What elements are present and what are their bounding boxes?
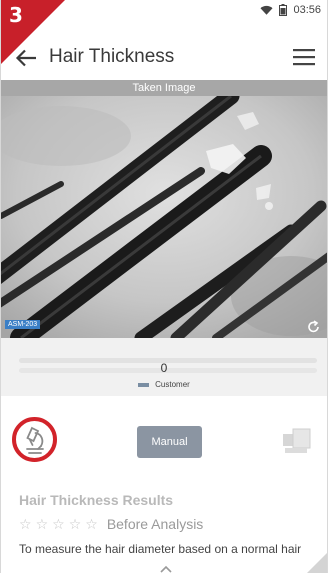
device-model-tag: ASM-203 xyxy=(5,320,41,329)
results-title: Hair Thickness Results xyxy=(19,492,174,508)
legend-label: Customer xyxy=(155,380,190,389)
gauge-value: 0 xyxy=(160,361,168,375)
clock: 03:56 xyxy=(293,4,321,16)
highlight-ring xyxy=(12,417,57,462)
wifi-icon xyxy=(260,5,273,15)
battery-icon xyxy=(279,4,288,16)
result-gauge: 0 Customer xyxy=(1,338,327,396)
app-screen: 3 03:56 Hair Thickness Taken Image ASM-2… xyxy=(0,0,328,573)
page-title: Hair Thickness xyxy=(49,46,175,67)
star-icon: ☆ xyxy=(52,516,65,532)
chevron-up-icon[interactable] xyxy=(159,561,173,573)
compare-icon[interactable] xyxy=(282,427,312,455)
star-icon: ☆ xyxy=(68,516,82,532)
legend-swatch xyxy=(138,382,150,387)
image-section-header: Taken Image xyxy=(1,80,327,96)
star-icon: ☆ xyxy=(35,516,49,532)
gauge-legend: Customer xyxy=(1,380,327,389)
hair-microscope-image: ASM-203 xyxy=(1,96,327,338)
rotate-icon[interactable] xyxy=(307,320,321,334)
step-badge: 3 xyxy=(1,0,65,64)
manual-button[interactable]: Manual xyxy=(137,426,202,458)
step-number: 3 xyxy=(9,3,23,27)
rating-label: Before Analysis xyxy=(106,516,204,532)
hamburger-menu-icon[interactable] xyxy=(293,48,315,66)
page-corner-fold xyxy=(307,553,327,573)
rating-row: ☆ ☆ ☆ ☆ ☆ Before Analysis xyxy=(19,516,203,532)
star-icon: ☆ xyxy=(85,516,98,532)
result-description: To measure the hair diameter based on a … xyxy=(19,542,302,556)
star-rating: ☆ ☆ ☆ ☆ ☆ xyxy=(19,516,98,532)
action-row: Manual xyxy=(1,396,327,484)
star-icon: ☆ xyxy=(19,516,32,532)
